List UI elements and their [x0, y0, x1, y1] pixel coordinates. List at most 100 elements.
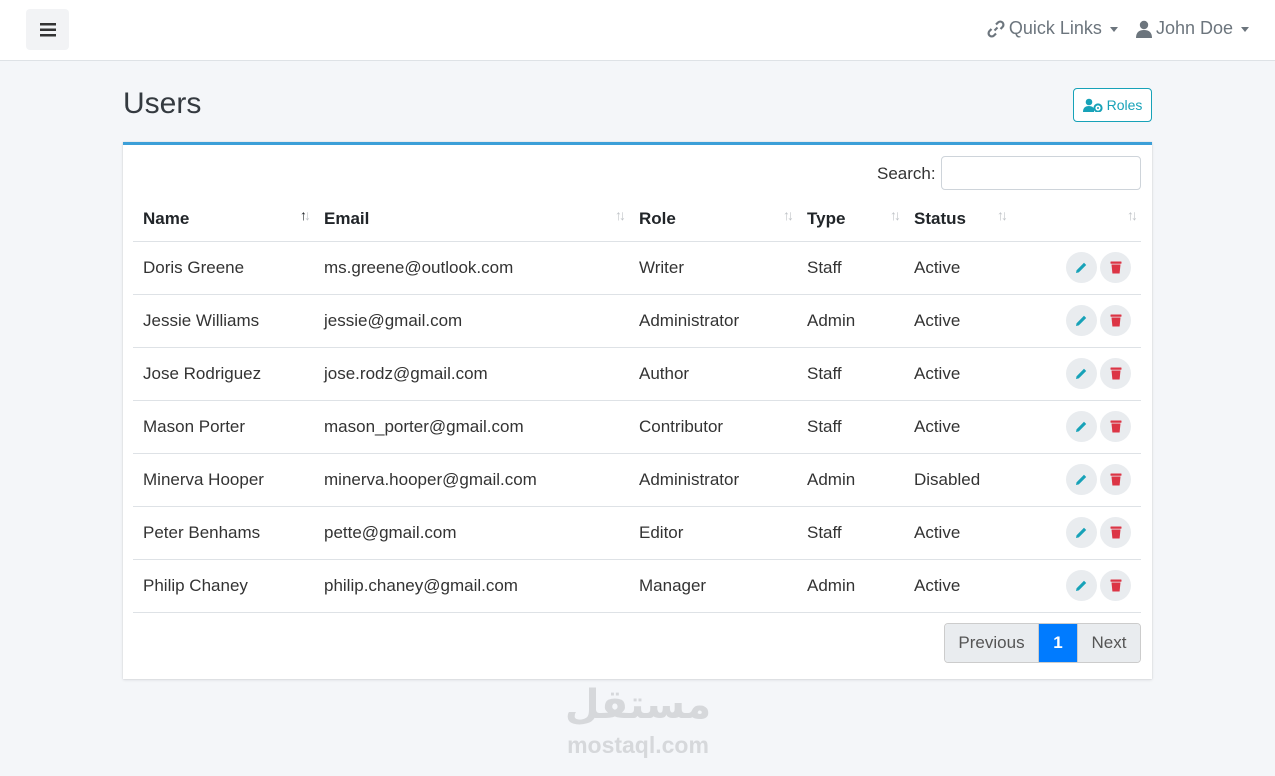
sidebar-toggle-button[interactable] [26, 9, 69, 50]
pencil-icon [1075, 526, 1088, 539]
table-row: Jose Rodriguez jose.rodz@gmail.com Author S… [133, 347, 1141, 401]
column-header-role[interactable]: Role ↑↓ [629, 197, 797, 242]
cell-name: Jose Rodriguez [133, 347, 314, 401]
cell-name: Doris Greene [133, 241, 314, 295]
delete-button[interactable] [1100, 252, 1131, 283]
table-header-row: Name ↑↓ Email ↑↓ Role ↑↓ Type ↑↓ Status ↑↓ ↑↓ [133, 197, 1141, 242]
sort-ascending-icon: ↑↓ [300, 207, 311, 223]
row-actions [1011, 400, 1141, 454]
users-table: Name ↑↓ Email ↑↓ Role ↑↓ Type ↑↓ Status ↑↓ ↑↓… [133, 197, 1141, 613]
pencil-icon [1075, 261, 1088, 274]
cell-status: Active [904, 506, 1011, 560]
cell-name: Jessie Williams [133, 294, 314, 348]
sort-icon: ↑↓ [615, 207, 626, 223]
trash-icon [1110, 526, 1122, 539]
cell-type: Staff [797, 347, 904, 401]
cell-role: Administrator [629, 453, 797, 507]
sort-icon: ↑↓ [997, 207, 1008, 223]
caret-down-icon [1241, 27, 1249, 32]
cell-type: Admin [797, 559, 904, 613]
watermark-arabic: مستقل [564, 682, 712, 728]
row-actions [1011, 453, 1141, 507]
cell-email: ms.greene@outlook.com [314, 241, 629, 295]
delete-button[interactable] [1100, 517, 1131, 548]
trash-icon [1110, 367, 1122, 380]
cell-name: Mason Porter [133, 400, 314, 454]
trash-icon [1110, 420, 1122, 433]
search-label: Search: [877, 164, 936, 183]
roles-button[interactable]: Roles [1073, 88, 1152, 122]
trash-icon [1110, 579, 1122, 592]
delete-button[interactable] [1100, 358, 1131, 389]
cell-role: Administrator [629, 294, 797, 348]
cell-email: jose.rodz@gmail.com [314, 347, 629, 401]
caret-down-icon [1109, 27, 1118, 32]
cell-email: minerva.hooper@gmail.com [314, 453, 629, 507]
cell-role: Author [629, 347, 797, 401]
hamburger-icon [39, 22, 56, 36]
top-navbar: Quick Links John Doe [0, 0, 1275, 61]
quick-links-dropdown[interactable]: Quick Links [987, 18, 1118, 39]
previous-page-button[interactable]: Previous [945, 624, 1039, 662]
trash-icon [1110, 314, 1122, 327]
row-actions [1011, 559, 1141, 613]
roles-button-label: Roles [1106, 97, 1143, 113]
edit-button[interactable] [1066, 252, 1097, 283]
column-header-type[interactable]: Type ↑↓ [797, 197, 904, 242]
cell-email: mason_porter@gmail.com [314, 400, 629, 454]
cell-name: Minerva Hooper [133, 453, 314, 507]
column-header-actions[interactable]: ↑↓ [1011, 197, 1141, 242]
user-menu-dropdown[interactable]: John Doe [1135, 18, 1249, 39]
cell-status: Active [904, 294, 1011, 348]
cell-email: jessie@gmail.com [314, 294, 629, 348]
page-1-button[interactable]: 1 [1039, 624, 1077, 662]
pencil-icon [1075, 367, 1088, 380]
pencil-icon [1075, 314, 1088, 327]
row-actions [1011, 294, 1141, 348]
column-header-status[interactable]: Status ↑↓ [904, 197, 1011, 242]
cell-type: Staff [797, 506, 904, 560]
cell-type: Staff [797, 241, 904, 295]
sort-icon: ↑↓ [1127, 207, 1138, 223]
edit-button[interactable] [1066, 305, 1097, 336]
edit-button[interactable] [1066, 358, 1097, 389]
delete-button[interactable] [1100, 570, 1131, 601]
cell-status: Active [904, 241, 1011, 295]
table-row: Doris Greene ms.greene@outlook.com Writer S… [133, 241, 1141, 295]
table-row: Peter Benhams pette@gmail.com Editor Staff A… [133, 506, 1141, 560]
cell-role: Manager [629, 559, 797, 613]
cell-role: Writer [629, 241, 797, 295]
edit-button[interactable] [1066, 570, 1097, 601]
cell-name: Peter Benhams [133, 506, 314, 560]
cell-role: Editor [629, 506, 797, 560]
cell-status: Active [904, 347, 1011, 401]
column-header-email[interactable]: Email ↑↓ [314, 197, 629, 242]
next-page-button[interactable]: Next [1077, 624, 1140, 662]
cell-type: Staff [797, 400, 904, 454]
cell-type: Admin [797, 453, 904, 507]
cell-status: Disabled [904, 453, 1011, 507]
cell-status: Active [904, 400, 1011, 454]
trash-icon [1110, 473, 1122, 486]
pencil-icon [1075, 473, 1088, 486]
delete-button[interactable] [1100, 411, 1131, 442]
row-actions [1011, 241, 1141, 295]
user-icon [1135, 20, 1152, 38]
cell-status: Active [904, 559, 1011, 613]
row-actions [1011, 347, 1141, 401]
row-actions [1011, 506, 1141, 560]
edit-button[interactable] [1066, 411, 1097, 442]
delete-button[interactable] [1100, 305, 1131, 336]
delete-button[interactable] [1100, 464, 1131, 495]
edit-button[interactable] [1066, 464, 1097, 495]
user-name: John Doe [1155, 18, 1233, 38]
search-input[interactable] [941, 156, 1141, 190]
page-title: Users [123, 87, 202, 120]
pagination: Previous 1 Next [944, 623, 1141, 663]
cell-email: pette@gmail.com [314, 506, 629, 560]
table-row: Jessie Williams jessie@gmail.com Administr… [133, 294, 1141, 348]
edit-button[interactable] [1066, 517, 1097, 548]
table-row: Philip Chaney philip.chaney@gmail.com Mana… [133, 559, 1141, 613]
pencil-icon [1075, 420, 1088, 433]
column-header-name[interactable]: Name ↑↓ [133, 197, 314, 242]
